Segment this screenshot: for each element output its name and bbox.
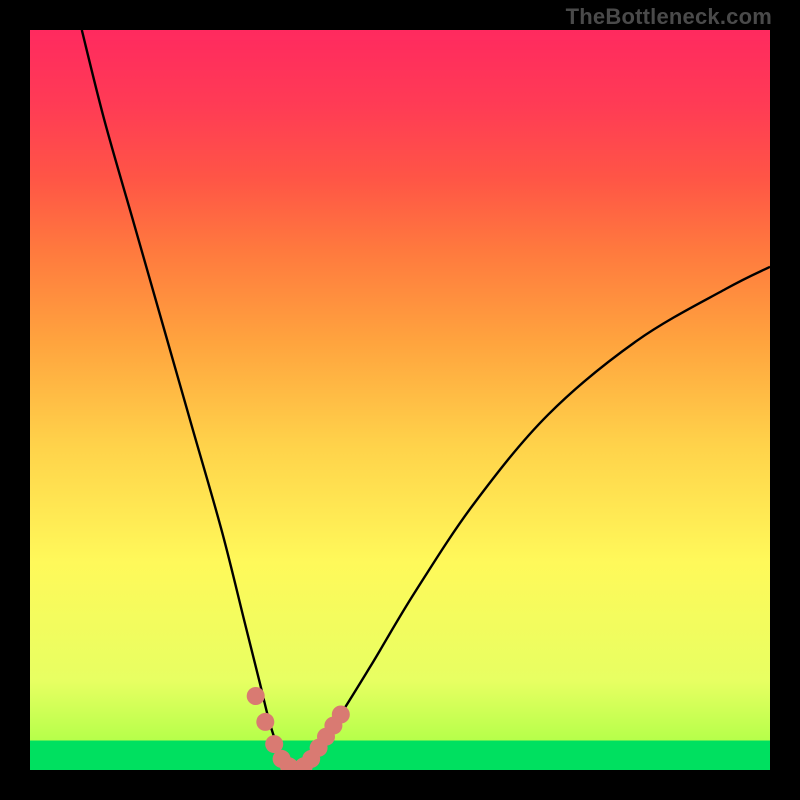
highlight-point	[247, 687, 265, 705]
watermark-text: TheBottleneck.com	[566, 4, 772, 30]
bottleneck-curve	[82, 30, 770, 770]
chart-frame: TheBottleneck.com	[0, 0, 800, 800]
highlight-point	[332, 706, 350, 724]
plot-area	[30, 30, 770, 770]
highlighted-points-group	[247, 687, 350, 770]
highlight-point	[256, 713, 274, 731]
bottleneck-curve-svg	[30, 30, 770, 770]
